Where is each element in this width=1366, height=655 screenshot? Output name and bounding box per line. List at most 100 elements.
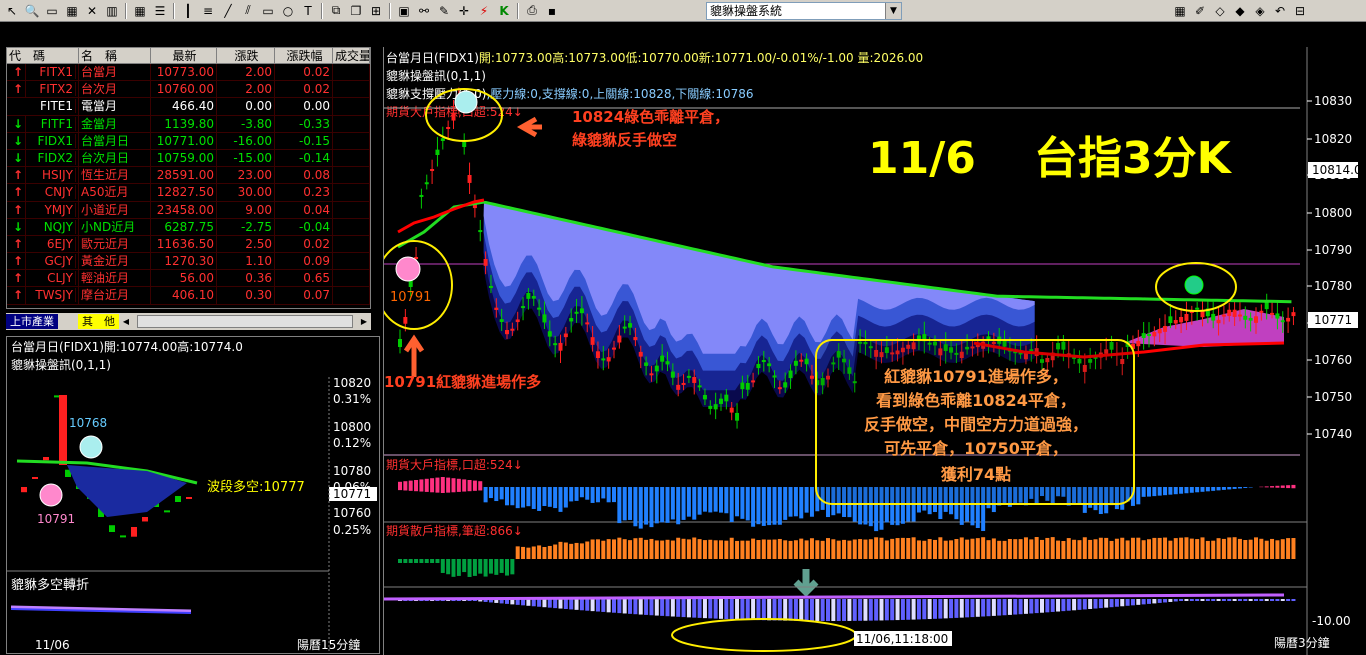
table-row[interactable]: ↑ FITX2 台次月 10760.00 2.00 0.02 [7, 81, 370, 99]
candle [142, 517, 148, 522]
histogram-bar [692, 487, 697, 520]
table-row[interactable]: ↑ GCJY 黃金近月 1270.30 1.10 0.09 [7, 253, 370, 271]
histogram-bar [424, 478, 429, 492]
main-chart-svg[interactable]: 台當月日(FIDX1)開:10773.00高:10773.00低:10770.0… [384, 47, 1366, 655]
table-row[interactable]: FITE1 電當月 466.40 0.00 0.00 [7, 98, 370, 116]
scroll-left-icon[interactable]: ◀ [120, 315, 132, 328]
cell-name: 台當月日 [79, 132, 151, 149]
brush-icon[interactable]: ✐ [1191, 2, 1209, 20]
table-row[interactable]: ↑ CLJY 輕油近月 56.00 0.36 0.65 [7, 270, 370, 288]
header-name[interactable]: 名 稱 [79, 48, 151, 63]
small-chart-svg[interactable]: 台當月日(FIDX1)開:10774.00高:10774.0 貔貅操盤訊(0,1… [7, 337, 380, 654]
indicator-bar [788, 599, 793, 621]
bars-icon[interactable]: ▥ [103, 2, 121, 20]
header-last[interactable]: 最新 [151, 48, 217, 63]
zoom-icon[interactable]: 🔍 [23, 2, 41, 20]
layers-icon[interactable]: ❐ [347, 2, 365, 20]
table-row[interactable]: ↓ FITF1 金當月 1139.80 -3.80 -0.33 [7, 115, 370, 133]
undo-icon[interactable]: ↶ [1271, 2, 1289, 20]
grid-icon[interactable]: ▦ [63, 2, 81, 20]
indicator-bar [1270, 599, 1275, 601]
tab-other[interactable]: 其 他 [78, 314, 119, 329]
cell-volume [333, 270, 370, 287]
table-row[interactable]: ↑ TWSJY 摩台近月 406.10 0.30 0.07 [7, 287, 370, 305]
candles-icon[interactable]: ┃ [179, 2, 197, 20]
trend-icon[interactable]: ╱ [219, 2, 237, 20]
low-price-label: 10791 [390, 290, 431, 305]
columns-icon[interactable]: ▦ [131, 2, 149, 20]
copy-icon[interactable]: ⧉ [327, 2, 345, 20]
histogram-bar [542, 487, 547, 507]
histogram-bar [1280, 485, 1285, 488]
table-row[interactable]: ↑ 6EJY 歐元近月 11636.50 2.50 0.02 [7, 235, 370, 254]
note-box-line: 看到綠色乖離10824平倉， [875, 391, 1076, 410]
window-icon[interactable]: ▭ [43, 2, 61, 20]
table-row[interactable]: ↓ NQJY 小ND近月 6287.75 -2.75 -0.04 [7, 218, 370, 236]
histogram-bar [1050, 537, 1055, 559]
table-row[interactable]: ↓ FIDX1 台當月日 10771.00 -16.00 -0.15 [7, 132, 370, 150]
tab-market[interactable]: 上市產業 [6, 314, 58, 329]
histogram-bar [1291, 484, 1296, 489]
green-pixiu-marker [1184, 275, 1204, 295]
histogram-bar [494, 559, 499, 575]
settings-icon[interactable]: ⊟ [1291, 2, 1309, 20]
histogram-bar [1104, 537, 1109, 559]
save-icon[interactable]: ▪ [543, 2, 561, 20]
horizontal-scrollbar[interactable] [137, 315, 353, 328]
pen-icon[interactable]: ✎ [435, 2, 453, 20]
cell-code: ↓ FITF1 [7, 115, 79, 132]
eraser-icon[interactable]: ◇ [1211, 2, 1229, 20]
bolt-icon[interactable]: ⚡ [475, 2, 493, 20]
table-icon[interactable]: ⊞ [367, 2, 385, 20]
text-icon[interactable]: T [299, 2, 317, 20]
indicator-bar [537, 599, 542, 607]
histogram-bar [911, 537, 916, 559]
indicator-bar [863, 599, 868, 621]
header-volume[interactable]: 成交量 [333, 48, 370, 63]
histogram-bar [1082, 537, 1087, 559]
header-code[interactable]: 代 碼 [7, 48, 79, 63]
histogram-bar [574, 487, 579, 501]
histogram-bar [1270, 486, 1275, 488]
cursor-icon[interactable]: ↖ [3, 2, 21, 20]
histogram-bar [462, 559, 467, 573]
histogram-bar [1120, 537, 1125, 559]
eraser-alt-icon[interactable]: ◈ [1251, 2, 1269, 20]
cross-icon[interactable]: ✛ [455, 2, 473, 20]
chevron-down-icon[interactable]: ▼ [885, 3, 901, 19]
small-chart-date: 11/06 [35, 638, 70, 652]
close-icon[interactable]: ✕ [83, 2, 101, 20]
k-icon[interactable]: K [495, 2, 513, 20]
histogram-bar [1254, 537, 1258, 559]
circle-icon[interactable]: ○ [279, 2, 297, 20]
list-icon[interactable]: ☰ [151, 2, 169, 20]
cell-code: FITE1 [7, 98, 79, 115]
table-row[interactable]: ↑ HSIJY 恆生近月 28591.00 23.00 0.08 [7, 167, 370, 185]
palette-icon[interactable]: ▦ [1171, 2, 1189, 20]
histogram-bar [1243, 539, 1248, 559]
rect-icon[interactable]: ▭ [259, 2, 277, 20]
cell-change-pct: 0.07 [275, 287, 333, 304]
table-row[interactable]: ↑ CNJY A50近月 12827.50 30.00 0.23 [7, 184, 370, 202]
erase-all-icon[interactable]: ◆ [1231, 2, 1249, 20]
table-row[interactable]: ↑ FITX1 台當月 10773.00 2.00 0.02 [7, 64, 370, 82]
header-change[interactable]: 漲跌 [217, 48, 275, 63]
print-icon[interactable]: ⎙ [523, 2, 541, 20]
price-axis-label: 10740 [1314, 427, 1352, 441]
lines-icon[interactable]: ≡ [199, 2, 217, 20]
header-change-pct[interactable]: 漲跌幅 [275, 48, 333, 63]
link-icon[interactable]: ⚯ [415, 2, 433, 20]
scroll-right-icon[interactable]: ▶ [358, 315, 370, 328]
cell-volume [333, 115, 370, 132]
histogram-bar [804, 487, 809, 513]
fibonacci-icon[interactable]: ⫽ [239, 2, 257, 20]
histogram-bar [622, 487, 627, 521]
indicator-bar [1173, 599, 1178, 602]
image-icon[interactable]: ▣ [395, 2, 413, 20]
histogram-bar [681, 538, 686, 559]
table-row[interactable]: ↓ FIDX2 台次月日 10759.00 -15.00 -0.14 [7, 149, 370, 168]
cell-volume [333, 253, 370, 270]
main-chart-footer: 陽曆3分鐘 [1274, 635, 1330, 650]
table-row[interactable]: ↑ YMJY 小道近月 23458.00 9.00 0.04 [7, 201, 370, 219]
system-select[interactable]: 貔貅操盤系統 ▼ [706, 2, 902, 20]
